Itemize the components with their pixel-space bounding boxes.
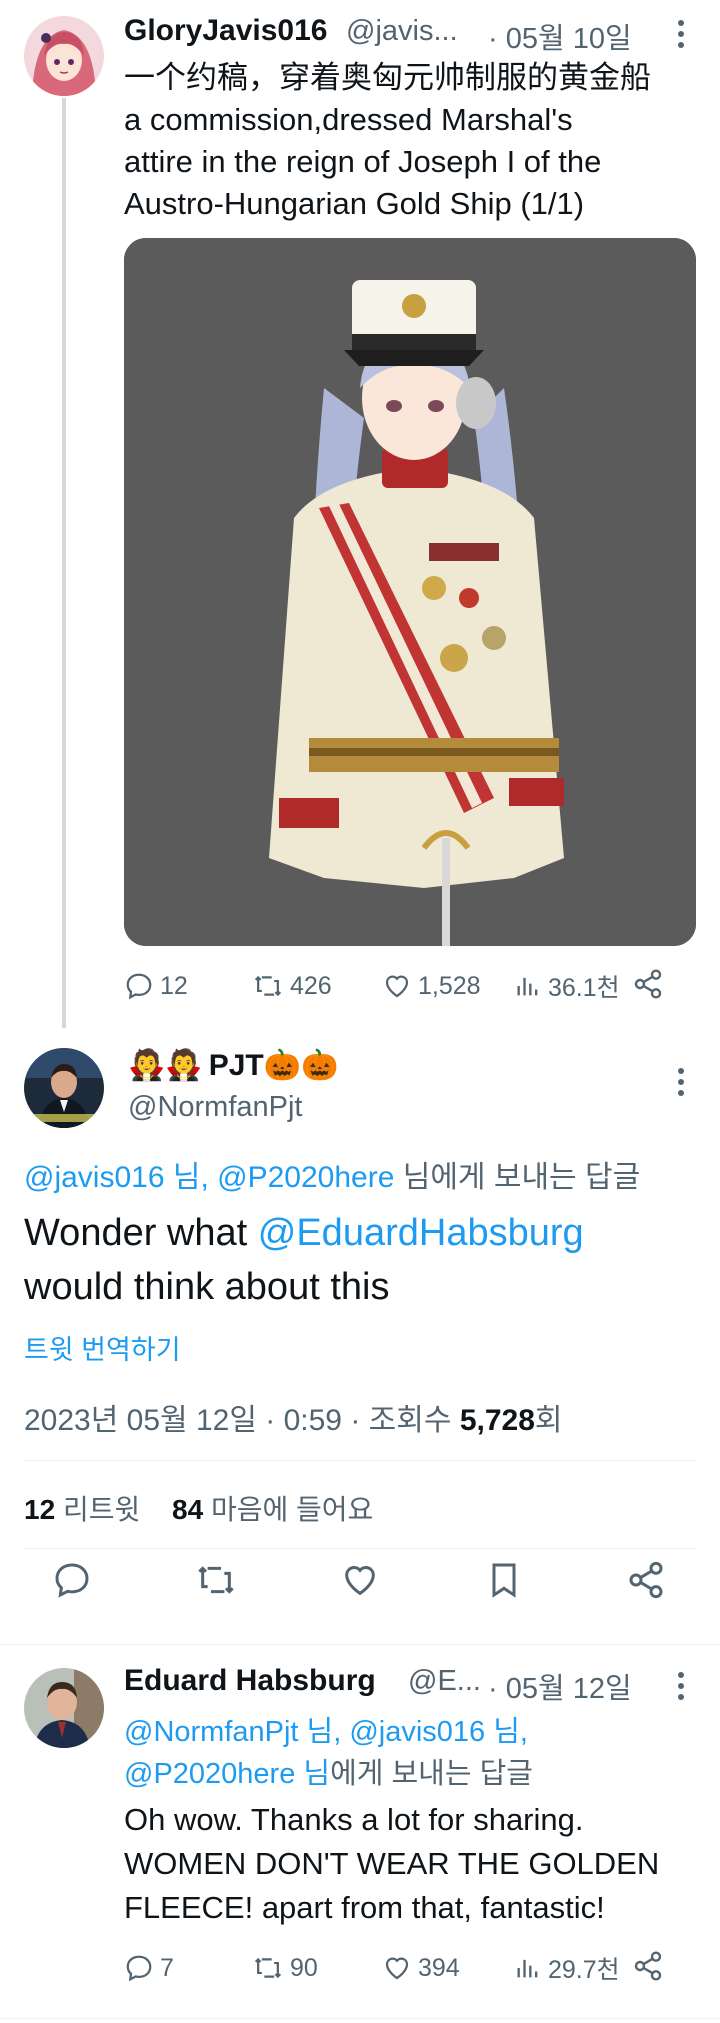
reply-display-name[interactable]: Eduard Habsburg — [124, 1664, 376, 1698]
reply-button[interactable]: 12 — [124, 971, 188, 1001]
reply-date[interactable]: · 05월 12일 — [488, 1665, 632, 1707]
share-button[interactable] — [632, 968, 664, 1007]
translate-tweet-link[interactable]: 트윗 번역하기 — [24, 1328, 181, 1367]
avatar-eduard[interactable] — [24, 1668, 104, 1748]
share-icon — [629, 1561, 663, 1599]
heart-icon — [385, 1957, 409, 1980]
main-actions — [0, 1560, 720, 1630]
share-icon — [634, 1951, 662, 1981]
views-bar-icon — [517, 977, 538, 996]
retweet-button[interactable]: 90 — [252, 1953, 318, 1983]
retweet-count: 90 — [290, 1953, 318, 1982]
more-options-icon[interactable] — [678, 1068, 684, 1101]
retweets-stat[interactable]: 12 리트윗 — [24, 1494, 140, 1525]
reply-button[interactable]: 7 — [124, 1953, 174, 1983]
main-share-button[interactable] — [626, 1560, 666, 1605]
tweet1-actions: 12 426 1,528 36.1천 — [124, 968, 696, 1004]
retweet-count: 426 — [290, 971, 332, 1000]
tweet1-text-cn: 一个约稿，穿着奥匈元帅制服的黄金船 — [124, 60, 651, 95]
reply-count: 7 — [160, 1953, 174, 1982]
views-count: 29.7천 — [548, 1956, 620, 1984]
main-bookmark-button[interactable] — [484, 1560, 524, 1605]
heart-icon — [345, 1566, 375, 1596]
reply-icon — [126, 973, 152, 1000]
reply-to-suffix: 님에게 보내는 답글 — [402, 1161, 641, 1194]
likes-stat[interactable]: 84 마음에 들어요 — [172, 1494, 373, 1525]
likes-stat-label: 마음에 들어요 — [210, 1494, 374, 1525]
thread-connector-line — [62, 98, 66, 1028]
main-retweet-button[interactable] — [194, 1560, 238, 1605]
main-tweet-text: Wonder what @EduardHabsburg would think … — [24, 1206, 584, 1314]
meta-date[interactable]: 2023년 05월 12일 · 0:59 · 조회수 — [24, 1404, 451, 1437]
reply-icon — [126, 1955, 152, 1982]
meta-views-suffix: 회 — [534, 1404, 563, 1437]
retweet-icon — [198, 1566, 234, 1594]
avatar-glory-javis[interactable] — [24, 16, 104, 96]
reply-to-line2-suffix: 에게 보내는 답글 — [330, 1758, 533, 1790]
reply-text-line3: FLEECE! apart from that, fantastic! — [124, 1890, 605, 1925]
tweet1-display-name[interactable]: GloryJavis016 — [124, 14, 327, 48]
views-bar-icon — [517, 1959, 538, 1978]
main-reply-button[interactable] — [52, 1560, 92, 1605]
main-text-part1: Wonder what — [24, 1212, 248, 1254]
likes-stat-count: 84 — [172, 1494, 204, 1525]
reply-to-mentions[interactable]: @javis016 님, @P2020here — [24, 1161, 394, 1194]
retweets-stat-label: 리트윗 — [62, 1494, 141, 1525]
tweet1-text-line3: Austro-Hungarian Gold Ship (1/1) — [124, 186, 585, 221]
share-button[interactable] — [632, 1950, 664, 1989]
person-emoji-icon: 🧛 — [128, 1049, 166, 1082]
main-handle[interactable]: @NormfanPjt — [128, 1091, 302, 1124]
reply-text-line1: Oh wow. Thanks a lot for sharing. — [124, 1802, 584, 1837]
tweet1-handle[interactable]: @javis... — [346, 15, 458, 48]
person-emoji-icon: 🧛 — [165, 1049, 203, 1082]
reply-text-line2: WOMEN DON'T WEAR THE GOLDEN — [124, 1846, 660, 1881]
meta-views-count: 5,728 — [459, 1404, 535, 1437]
more-options-icon[interactable] — [678, 20, 684, 53]
pumpkin-emoji-icon: 🎃 — [301, 1049, 339, 1082]
reply-to-line2: @P2020here 님에게 보내는 답글 — [124, 1750, 533, 1792]
more-options-icon[interactable] — [678, 1672, 684, 1705]
views-button[interactable]: 36.1천 — [514, 968, 620, 1004]
reply-actions: 7 90 394 29.7천 — [124, 1950, 696, 1986]
views-button[interactable]: 29.7천 — [514, 1950, 620, 1986]
divider — [0, 1644, 720, 1645]
retweets-stat-count: 12 — [24, 1494, 56, 1525]
tweet1-text-line1: a commission,dressed Marshal's — [124, 102, 573, 137]
engagement-stats: 12 리트윗 84 마음에 들어요 — [24, 1488, 373, 1528]
retweet-button[interactable]: 426 — [252, 971, 332, 1001]
main-text-part2: would think about this — [24, 1266, 390, 1308]
avatar-pjt[interactable] — [24, 1048, 104, 1128]
pumpkin-emoji-icon: 🎃 — [263, 1049, 302, 1082]
main-display-name: PJT — [208, 1048, 264, 1082]
retweet-icon — [254, 1957, 282, 1979]
like-count: 1,528 — [418, 971, 481, 1000]
main-display-name-row[interactable]: 🧛 🧛 PJT 🎃 🎃 — [128, 1048, 338, 1083]
reply-to-line: @javis016 님, @P2020here 님에게 보내는 답글 — [24, 1152, 640, 1196]
tweet1-text-line2: attire in the reign of Joseph I of the — [124, 144, 602, 179]
retweet-icon — [254, 975, 282, 997]
reply-to-line1[interactable]: @NormfanPjt 님, @javis016 님, — [124, 1708, 528, 1750]
like-count: 394 — [418, 1953, 460, 1982]
bookmark-icon — [492, 1563, 516, 1598]
divider — [0, 2018, 720, 2019]
reply-count: 12 — [160, 971, 188, 1000]
tweet-meta: 2023년 05월 12일 · 0:59 · 조회수 5,728회 — [24, 1395, 563, 1439]
like-button[interactable]: 394 — [382, 1953, 460, 1983]
like-button[interactable]: 1,528 — [382, 971, 481, 1001]
main-text-mention[interactable]: @EduardHabsburg — [258, 1212, 584, 1254]
tweet1-date[interactable]: · 05월 10일 — [488, 15, 632, 57]
tweet1-media-image[interactable] — [124, 238, 696, 946]
share-icon — [634, 969, 662, 999]
heart-icon — [385, 975, 409, 998]
reply-handle[interactable]: @E... — [408, 1665, 481, 1698]
divider — [24, 1548, 696, 1549]
divider — [24, 1460, 696, 1461]
views-count: 36.1천 — [548, 974, 620, 1002]
reply-icon — [55, 1563, 89, 1598]
reply-to-line2-mention[interactable]: @P2020here 님 — [124, 1758, 330, 1790]
main-like-button[interactable] — [340, 1560, 380, 1605]
